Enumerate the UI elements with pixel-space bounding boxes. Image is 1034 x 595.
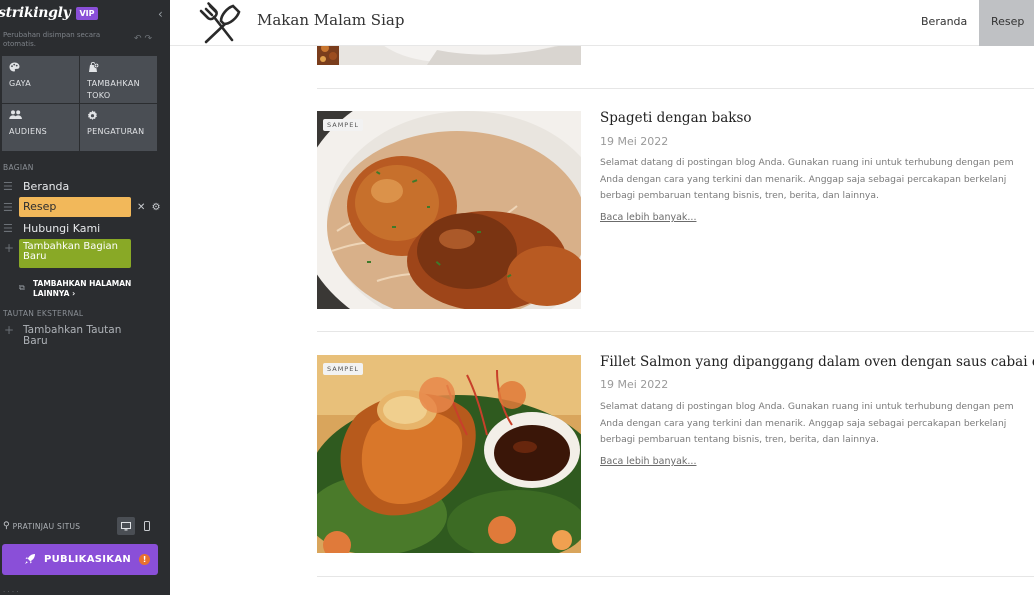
read-more-link[interactable]: Baca lebih banyak... (600, 456, 696, 467)
tile-add-store-label: TAMBAHKAN TOKO (87, 79, 140, 100)
post-image-spaghetti[interactable]: SAMPEL (317, 111, 581, 309)
section-item-recipe[interactable]: ☰ Resep ✕ ⚙ (0, 197, 170, 217)
sample-badge: SAMPEL (323, 363, 363, 375)
editor-sidebar: strikingly VIP ‹ Perubahan disimpan seca… (0, 0, 170, 595)
gear-icon (87, 110, 150, 123)
post-date: 19 Mei 2022 (600, 378, 669, 391)
people-icon (9, 110, 72, 123)
mobile-preview-icon[interactable] (138, 517, 156, 535)
brand: strikingly VIP (0, 5, 98, 21)
warning-icon: ! (139, 554, 151, 565)
excerpt-line: Anda dengan cara yang terkini dan menari… (600, 417, 1007, 429)
excerpt-line: berbagi pembaruan tentang bisnis, tren, … (600, 190, 879, 201)
section-item-contact[interactable]: ☰ Hubungi Kami (0, 218, 170, 238)
tile-audience-label: AUDIENS (9, 127, 48, 136)
nav-link-recipe-active[interactable]: Resep (979, 0, 1034, 46)
pages-icon: ⧉ (19, 283, 25, 292)
search-icon: ⚲ (3, 521, 10, 531)
drag-handle-icon[interactable]: ☰ (3, 222, 15, 235)
editor-tiles: GAYA TAMBAHKAN TOKO AUDIENS PENGATURAN (2, 56, 157, 152)
add-external-link-button[interactable]: Tambahkan Tautan Baru (23, 325, 133, 347)
chevron-right-icon: › (72, 289, 76, 298)
close-icon[interactable]: ✕ (137, 202, 145, 213)
excerpt-line: Selamat datang di postingan blog Anda. G… (600, 401, 1014, 412)
plus-icon: + (4, 323, 15, 337)
post-divider (317, 576, 1034, 577)
tile-settings[interactable]: PENGATURAN (80, 104, 157, 151)
store-icon (87, 61, 150, 75)
preview-row: ⚲ PRATINJAU SITUS (3, 517, 165, 535)
preview-site-button[interactable]: PRATINJAU SITUS (13, 522, 81, 531)
sidebar-footer-cutoff: · · · · (3, 588, 19, 595)
publish-button[interactable]: PUBLIKASIKAN ! (2, 544, 158, 575)
tile-add-store[interactable]: TAMBAHKAN TOKO (80, 56, 157, 103)
post-excerpt: Selamat datang di postingan blog Anda. G… (600, 155, 1034, 205)
post-date: 19 Mei 2022 (600, 135, 669, 148)
add-section-button[interactable]: Tambahkan Bagian Baru (19, 239, 131, 268)
app-window: strikingly VIP ‹ Perubahan disimpan seca… (0, 0, 1034, 595)
redo-icon[interactable]: ↷ (145, 34, 156, 44)
tile-style[interactable]: GAYA (2, 56, 79, 103)
post-title[interactable]: Spageti dengan bakso (600, 110, 752, 126)
drag-handle-icon[interactable]: ☰ (3, 180, 15, 193)
site-header: Makan Malam Siap Beranda Resep (170, 0, 1034, 46)
excerpt-line: berbagi pembaruan tentang bisnis, tren, … (600, 434, 879, 445)
rocket-icon (24, 550, 36, 569)
section-actions: ✕ ⚙ (137, 202, 161, 213)
sections-heading: BAGIAN (3, 163, 34, 172)
gear-icon[interactable]: ⚙ (152, 202, 161, 213)
undo-icon[interactable]: ↶ (134, 34, 145, 44)
fork-knife-icon[interactable] (192, 0, 246, 46)
add-page-label: TAMBAHKAN HALAMAN LAINNYA (33, 279, 132, 298)
section-item-home[interactable]: ☰ Beranda (0, 176, 170, 196)
autosave-note: Perubahan disimpan secara otomatis. (3, 31, 101, 48)
excerpt-line: Anda dengan cara yang terkini dan menari… (600, 173, 1007, 185)
collapse-sidebar-icon[interactable]: ‹ (158, 7, 163, 21)
palette-icon (9, 62, 72, 75)
post-excerpt: Selamat datang di postingan blog Anda. G… (600, 399, 1034, 449)
plus-icon: + (4, 241, 15, 255)
excerpt-line: Selamat datang di postingan blog Anda. G… (600, 157, 1014, 168)
section-item-label: Hubungi Kami (23, 221, 101, 235)
tile-audience[interactable]: AUDIENS (2, 104, 79, 151)
publish-label: PUBLIKASIKAN (44, 554, 132, 565)
tile-style-label: GAYA (9, 79, 31, 88)
nav-link-home[interactable]: Beranda (921, 15, 967, 28)
nav-link-label: Resep (991, 15, 1025, 28)
brand-logo: strikingly (0, 5, 71, 21)
undo-redo: ↶↷ (134, 34, 155, 44)
section-item-label: Beranda (23, 179, 70, 193)
post-divider (317, 88, 1034, 89)
post-divider (317, 331, 1034, 332)
tile-settings-label: PENGATURAN (87, 127, 145, 136)
add-page-button[interactable]: TAMBAHKAN HALAMAN LAINNYA › (33, 279, 143, 299)
read-more-link[interactable]: Baca lebih banyak... (600, 212, 696, 223)
desktop-preview-icon[interactable] (117, 517, 135, 535)
active-section[interactable]: Resep (19, 197, 131, 217)
drag-handle-icon[interactable]: ☰ (3, 201, 15, 214)
vip-badge: VIP (76, 6, 98, 20)
section-item-label: Resep (23, 200, 57, 213)
sample-badge: SAMPEL (323, 119, 363, 131)
site-title[interactable]: Makan Malam Siap (257, 11, 404, 29)
site-preview: Makan Malam Siap Beranda Resep SAMPEL Sp… (170, 0, 1034, 595)
external-links-heading: TAUTAN EKSTERNAL (3, 309, 84, 318)
post-title[interactable]: Fillet Salmon yang dipanggang dalam oven… (600, 354, 1034, 370)
post-image-salmon[interactable]: SAMPEL (317, 355, 581, 553)
